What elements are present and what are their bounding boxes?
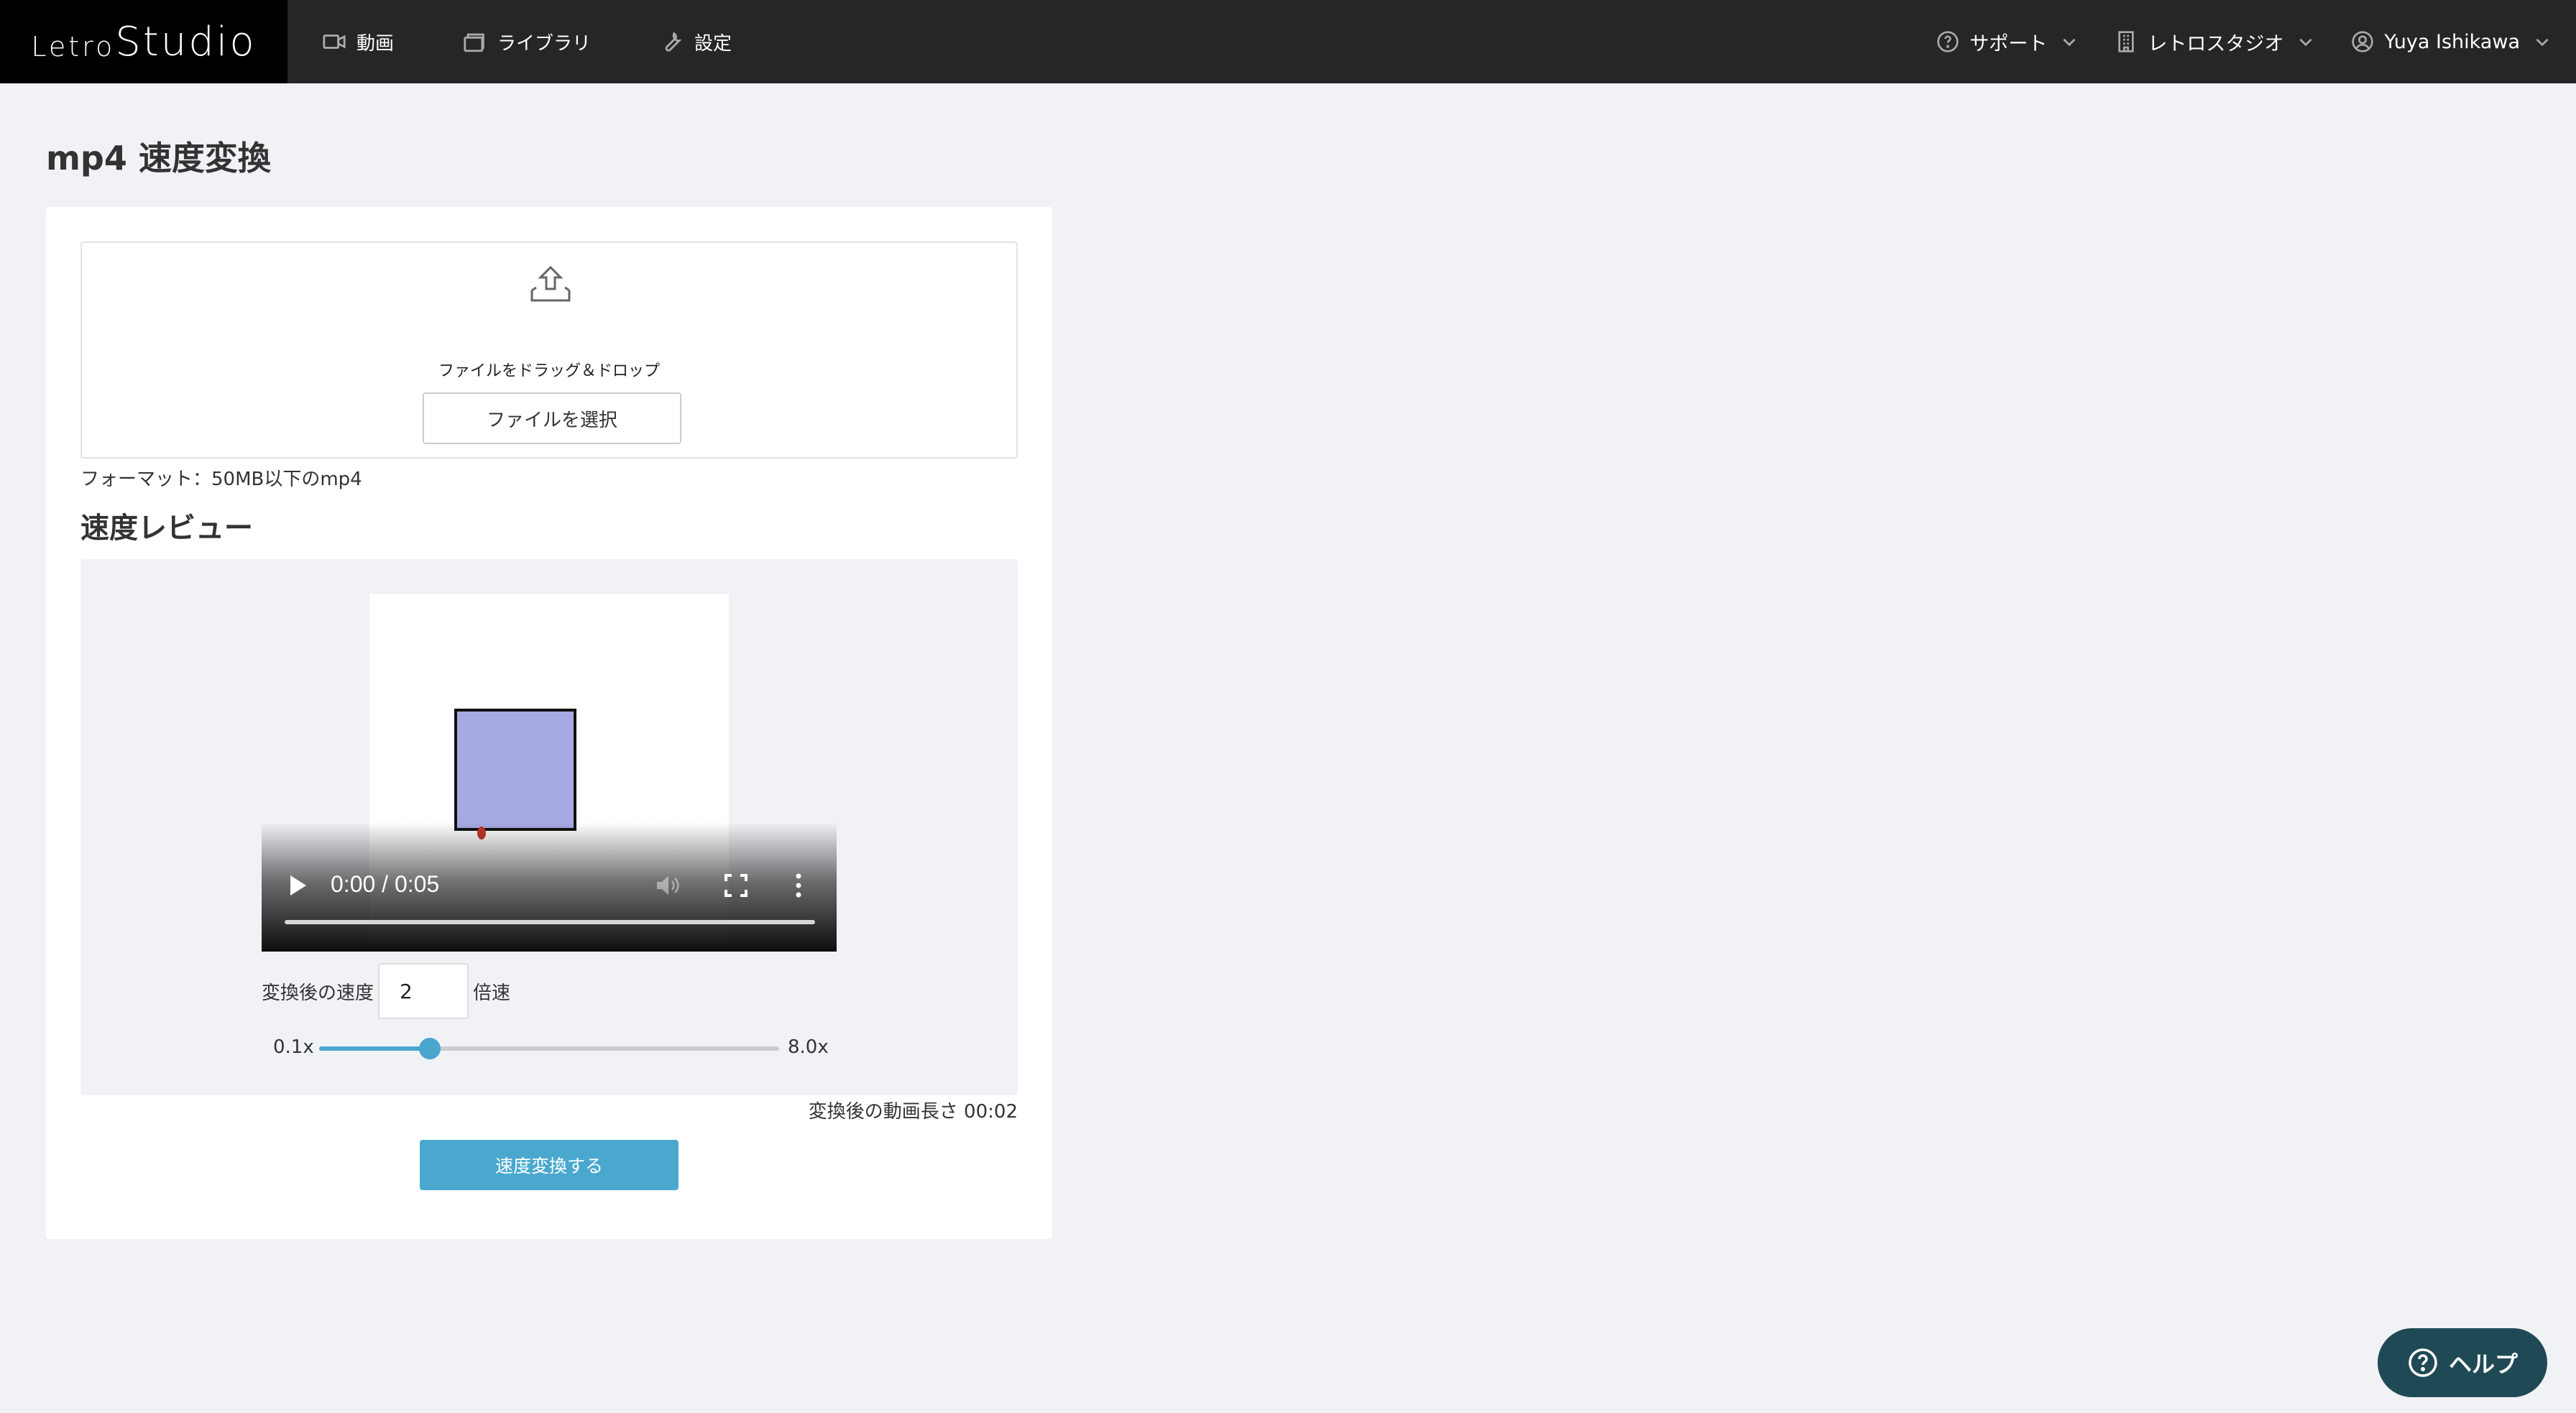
building-icon xyxy=(2118,31,2135,52)
speed-slider-fill xyxy=(319,1046,430,1051)
chevron-down-icon xyxy=(2299,38,2312,47)
fullscreen-icon[interactable] xyxy=(723,873,749,898)
header-right: サポート レトロスタジオ Yuya Ishikawa xyxy=(1900,0,2576,83)
app-logo[interactable]: Letro Studio xyxy=(0,0,288,83)
converter-card: ファイルをドラッグ＆ドロップ または ファイルを選択 フォーマット：50MB以下… xyxy=(46,207,1052,1239)
volume-muted-icon[interactable] xyxy=(653,871,681,900)
play-icon[interactable] xyxy=(288,873,309,898)
speed-input[interactable]: 2 xyxy=(378,963,469,1019)
top-header: Letro Studio 動画 ライブラリ 設定 サポート レトロスタジオ Yu… xyxy=(0,0,2576,83)
upload-icon xyxy=(530,265,571,302)
speed-preview-panel: 0:00 / 0:05 変換後の速度 2 倍速 0.1x 8.0x xyxy=(80,559,1018,1095)
speed-slider-thumb[interactable] xyxy=(418,1038,441,1059)
logo-text-studio: Studio xyxy=(115,18,257,65)
wrench-icon xyxy=(665,32,682,52)
speed-slider-row: 0.1x 8.0x xyxy=(273,1034,848,1062)
nav-item-settings[interactable]: 設定 xyxy=(660,29,732,55)
support-menu[interactable]: サポート xyxy=(1936,28,2079,56)
video-player[interactable]: 0:00 / 0:05 xyxy=(262,594,837,952)
page-title: mp4 速度変換 xyxy=(46,139,271,178)
support-label: サポート xyxy=(1969,32,2048,55)
slider-min-label: 0.1x xyxy=(273,1036,314,1058)
help-circle-icon xyxy=(2409,1348,2437,1377)
nav-item-library[interactable]: ライブラリ xyxy=(463,29,591,55)
help-button[interactable]: ヘルプ xyxy=(2378,1328,2547,1397)
converted-duration: 変換後の動画長さ 00:02 xyxy=(808,1101,1018,1123)
speed-slider[interactable] xyxy=(319,1038,779,1059)
nav-item-label: 設定 xyxy=(694,32,732,55)
nav-item-label: 動画 xyxy=(356,32,395,55)
video-icon xyxy=(323,34,346,49)
select-file-button[interactable]: ファイルを選択 xyxy=(423,392,681,444)
nav-item-label: ライブラリ xyxy=(497,32,592,55)
user-menu[interactable]: Yuya Ishikawa xyxy=(2351,30,2552,53)
main-nav: 動画 ライブラリ 設定 xyxy=(322,0,801,83)
file-dropzone[interactable]: ファイルをドラッグ＆ドロップ または ファイルを選択 xyxy=(80,241,1018,459)
company-menu[interactable]: レトロスタジオ xyxy=(2115,28,2315,56)
video-progress-bar[interactable] xyxy=(285,920,815,924)
library-icon xyxy=(464,33,484,52)
format-note: フォーマット：50MB以下のmp4 xyxy=(80,469,362,490)
chevron-down-icon xyxy=(2063,38,2076,47)
logo-text-letro: Letro xyxy=(31,31,116,63)
company-label: レトロスタジオ xyxy=(2148,32,2284,55)
nav-item-videos[interactable]: 動画 xyxy=(322,29,394,55)
chevron-down-icon xyxy=(2536,38,2549,47)
help-label: ヘルプ xyxy=(2448,1350,2518,1378)
convert-speed-button[interactable]: 速度変換する xyxy=(420,1140,678,1190)
more-vertical-icon[interactable] xyxy=(794,871,804,900)
speed-label: 変換後の速度 xyxy=(262,982,374,1004)
user-name: Yuya Ishikawa xyxy=(2384,30,2520,53)
video-controls: 0:00 / 0:05 xyxy=(262,822,837,952)
video-time: 0:00 / 0:05 xyxy=(331,871,440,897)
speed-setting-row: 変換後の速度 2 倍速 xyxy=(262,963,510,1019)
user-circle-icon xyxy=(2352,31,2374,52)
help-circle-icon xyxy=(1937,31,1959,52)
video-content-square xyxy=(454,709,576,831)
slider-max-label: 8.0x xyxy=(788,1036,829,1058)
section-title-preview: 速度レビュー xyxy=(80,512,253,545)
dropzone-drag-text: ファイルをドラッグ＆ドロップ xyxy=(438,362,660,380)
speed-unit: 倍速 xyxy=(473,982,511,1004)
